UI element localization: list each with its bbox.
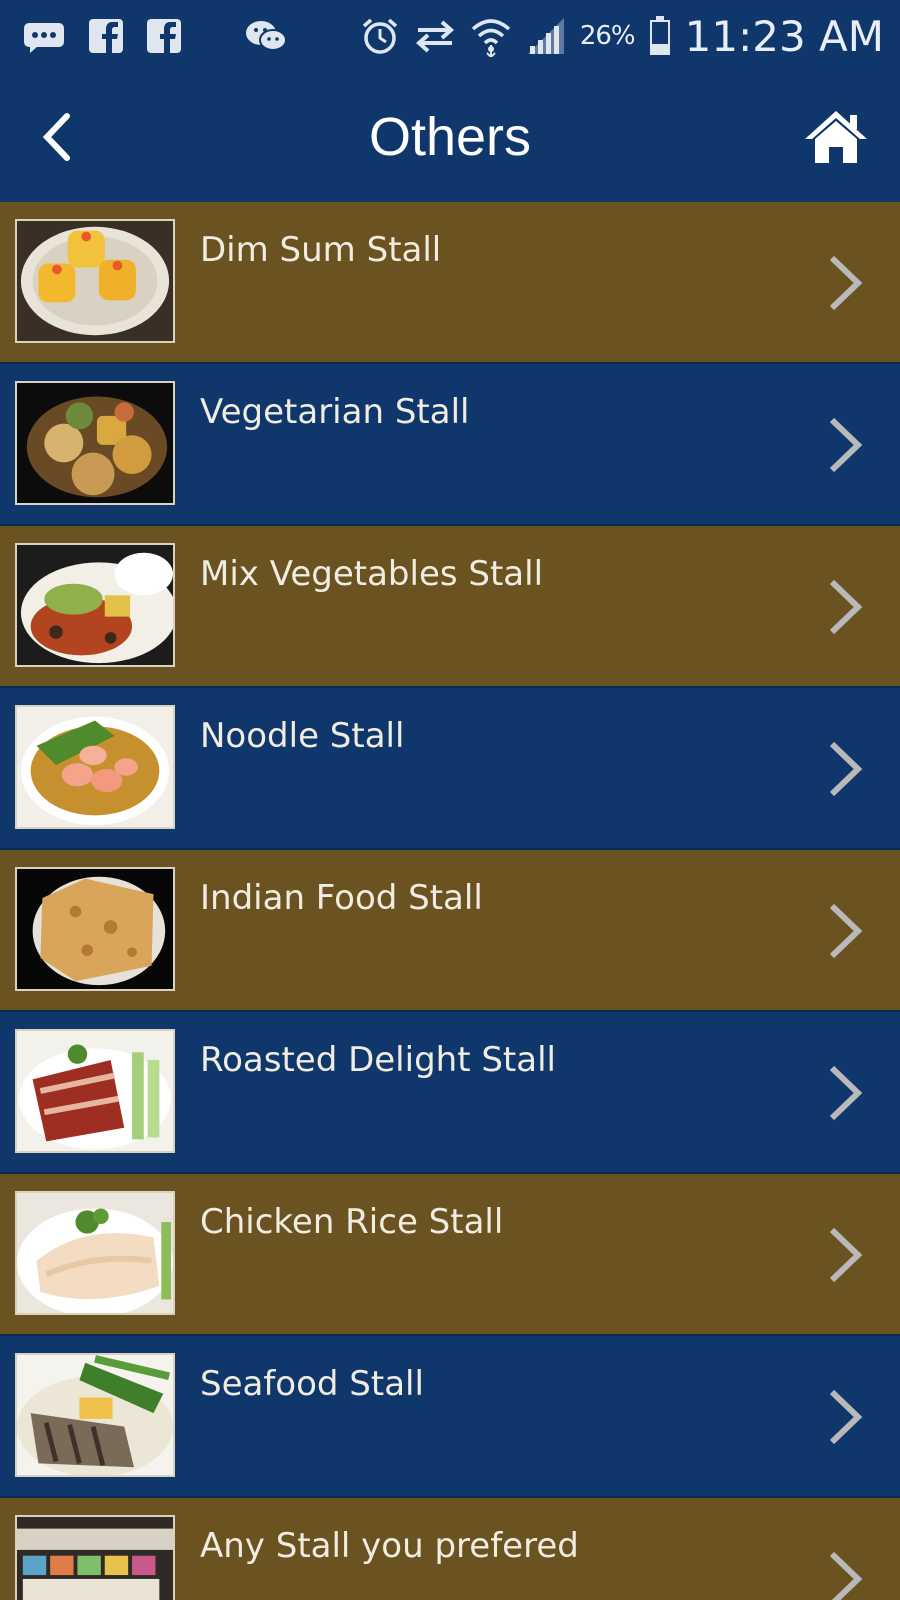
list-item[interactable]: Mix Vegetables Stall (0, 526, 900, 688)
back-button[interactable] (26, 102, 86, 172)
list-item-label: Any Stall you prefered (200, 1526, 579, 1566)
list-item-label: Chicken Rice Stall (200, 1202, 504, 1242)
list-item[interactable]: Indian Food Stall (0, 850, 900, 1012)
app-bar: Others (0, 72, 900, 202)
chevron-right-icon (829, 579, 863, 635)
dim-sum-photo (15, 219, 175, 343)
alarm-icon (360, 16, 400, 56)
list-item[interactable]: Noodle Stall (0, 688, 900, 850)
roasted-delight-photo (15, 1029, 175, 1153)
wifi-icon (470, 15, 512, 57)
facebook-icon (146, 18, 182, 54)
list-item-label: Vegetarian Stall (200, 392, 470, 432)
status-bar: 26% 11:23 AM (0, 0, 900, 72)
list-item-label: Dim Sum Stall (200, 230, 442, 270)
list-item[interactable]: Seafood Stall (0, 1336, 900, 1498)
noodle-photo (15, 705, 175, 829)
status-right-icons: 26% 11:23 AM (360, 12, 900, 61)
list-item-label: Indian Food Stall (200, 878, 483, 918)
stall-list: Dim Sum Stall Vegetarian Stall Mix Veget… (0, 202, 900, 1600)
clock: 11:23 AM (684, 11, 884, 61)
chevron-right-icon (829, 255, 863, 311)
battery-percent: 26% (579, 21, 636, 51)
list-item-label: Seafood Stall (200, 1364, 424, 1404)
chevron-right-icon (829, 1389, 863, 1445)
chevron-left-icon (42, 113, 70, 161)
vegetarian-photo (15, 381, 175, 505)
chevron-right-icon (829, 1065, 863, 1121)
chevron-right-icon (829, 1227, 863, 1283)
chicken-rice-photo (15, 1191, 175, 1315)
chevron-right-icon (829, 417, 863, 473)
home-button[interactable] (800, 100, 872, 172)
list-item[interactable]: Any Stall you prefered (0, 1498, 900, 1600)
wechat-icon (244, 18, 288, 54)
page-title: Others (368, 107, 532, 167)
stall-front-photo (15, 1515, 175, 1600)
list-item-label: Noodle Stall (200, 716, 405, 756)
list-item[interactable]: Roasted Delight Stall (0, 1012, 900, 1174)
mix-vegetables-photo (15, 543, 175, 667)
list-item-label: Roasted Delight Stall (200, 1040, 556, 1080)
chevron-right-icon (829, 741, 863, 797)
chevron-right-icon (829, 1551, 863, 1600)
facebook-icon (88, 18, 124, 54)
list-item[interactable]: Vegetarian Stall (0, 364, 900, 526)
list-item[interactable]: Dim Sum Stall (0, 202, 900, 364)
battery-icon (649, 16, 671, 56)
chevron-right-icon (829, 903, 863, 959)
home-icon (805, 111, 867, 163)
list-item-label: Mix Vegetables Stall (200, 554, 544, 594)
list-item[interactable]: Chicken Rice Stall (0, 1174, 900, 1336)
data-transfer-icon (414, 19, 456, 53)
status-left-icons (0, 18, 288, 54)
signal-icon (526, 16, 566, 56)
indian-food-photo (15, 867, 175, 991)
seafood-photo (15, 1353, 175, 1477)
message-icon (22, 19, 66, 53)
